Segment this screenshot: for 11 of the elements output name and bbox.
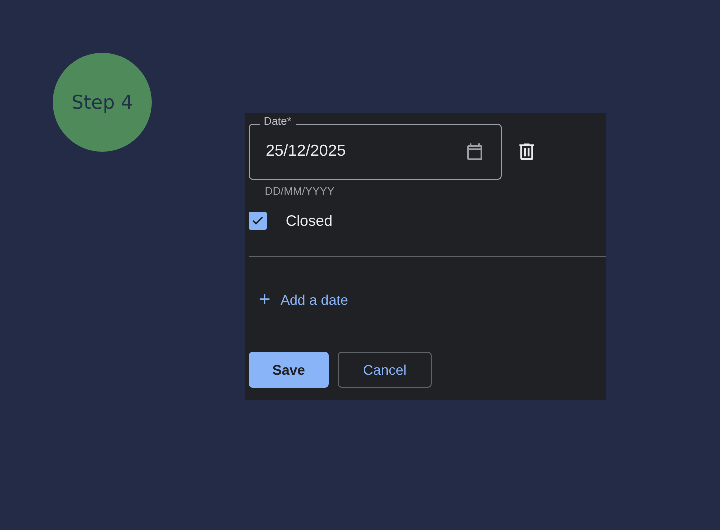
cancel-button[interactable]: Cancel <box>338 352 432 388</box>
save-button[interactable]: Save <box>249 352 329 388</box>
calendar-icon[interactable] <box>465 142 485 162</box>
field-label: Date* <box>260 116 296 128</box>
step-badge: Step 4 <box>53 53 152 152</box>
helper-text: DD/MM/YYYY <box>265 186 336 198</box>
add-date-link[interactable]: + Add a date <box>249 290 348 310</box>
check-icon <box>251 214 265 228</box>
date-field[interactable]: 25/12/2025 <box>249 124 502 180</box>
checkbox-label: Closed <box>286 212 333 230</box>
checkbox[interactable] <box>249 212 267 230</box>
